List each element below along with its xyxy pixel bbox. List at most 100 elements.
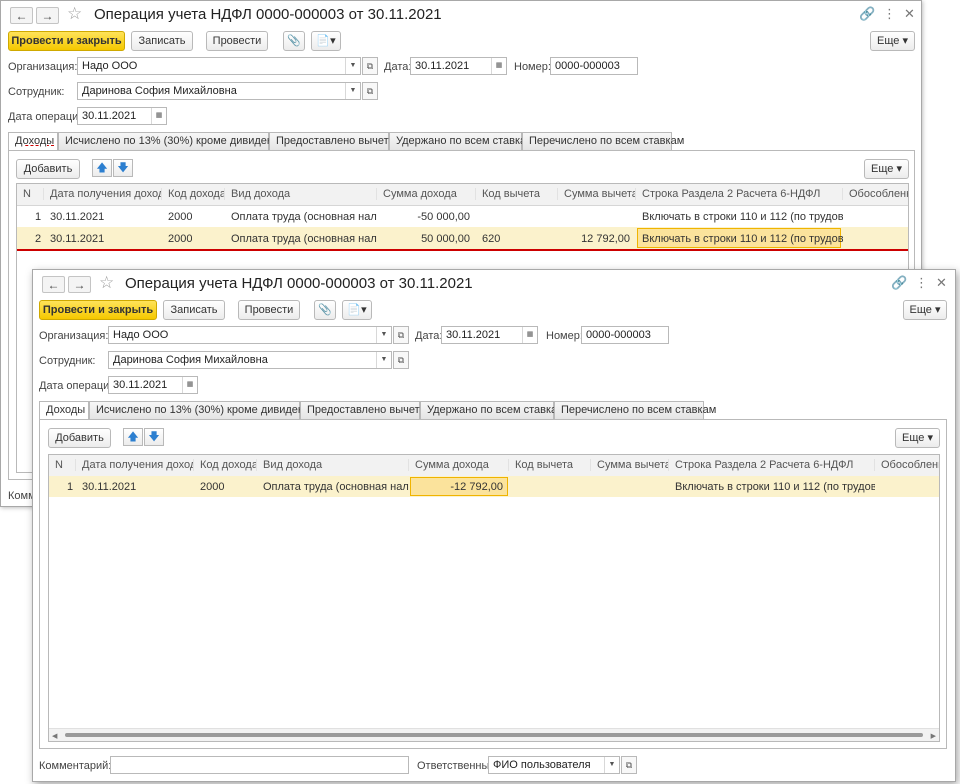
operation-date-field[interactable]: 30.11.2021 ▦: [108, 376, 198, 394]
cell-code: 2000: [168, 233, 193, 245]
employee-field[interactable]: Даринова София Михайловна ▼: [77, 82, 361, 100]
cell-n: 2: [35, 233, 42, 245]
calendar-icon[interactable]: ▦: [491, 58, 506, 74]
open-employee-icon[interactable]: ⧉: [393, 351, 409, 369]
tab-deductions[interactable]: Предоставлено вычетов: [300, 401, 431, 420]
operation-date-label: Дата операции:: [39, 380, 119, 392]
move-up-icon[interactable]: 🡅: [123, 428, 143, 446]
col-header[interactable]: Вид дохода: [257, 459, 409, 471]
scroll-right-icon[interactable]: ▶: [931, 732, 936, 740]
add-button[interactable]: Добавить: [16, 159, 80, 179]
save-button[interactable]: Записать: [163, 300, 225, 320]
back-button[interactable]: ←: [42, 276, 65, 293]
tab-deductions[interactable]: Предоставлено вычетов: [269, 132, 400, 151]
col-header[interactable]: Дата получения дохода: [76, 459, 194, 471]
operation-date-field[interactable]: 30.11.2021 ▦: [77, 107, 167, 125]
post-button[interactable]: Провести: [238, 300, 300, 320]
employee-value: Даринова София Михайловна: [82, 85, 237, 97]
documents-icon[interactable]: 📄▾: [311, 31, 341, 51]
tab-calculated[interactable]: Исчислено по 13% (30%) кроме дивидендов: [89, 401, 322, 420]
post-button[interactable]: Провести: [206, 31, 268, 51]
comment-field[interactable]: [110, 756, 409, 774]
employee-field[interactable]: Даринова София Михайловна ▼: [108, 351, 392, 369]
tab-income[interactable]: Доходы: [8, 132, 58, 151]
organization-value: Надо ООО: [82, 60, 138, 72]
move-down-icon[interactable]: 🡇: [144, 428, 164, 446]
open-employee-icon[interactable]: ⧉: [362, 82, 378, 100]
col-header[interactable]: Сумма дохода: [409, 459, 509, 471]
col-header[interactable]: Код дохода: [162, 188, 225, 200]
favorite-star-icon[interactable]: ☆: [99, 273, 114, 293]
tab-income[interactable]: Доходы: [39, 401, 89, 420]
col-header[interactable]: Код дохода: [194, 459, 257, 471]
col-header[interactable]: Сумма вычета: [591, 459, 669, 471]
scroll-left-icon[interactable]: ◀: [52, 732, 57, 740]
col-header[interactable]: Обособленно: [875, 459, 939, 471]
number-field[interactable]: 0000-000003: [581, 326, 669, 344]
table-more-button[interactable]: Еще ▾: [895, 428, 940, 448]
chevron-down-icon[interactable]: ▼: [345, 83, 360, 99]
chevron-down-icon[interactable]: ▼: [345, 58, 360, 74]
col-header[interactable]: Сумма дохода: [377, 188, 476, 200]
scrollbar-thumb[interactable]: [65, 733, 923, 737]
post-and-close-button[interactable]: Провести и закрыть: [8, 31, 125, 51]
tab-transferred[interactable]: Перечислено по всем ставкам: [522, 132, 684, 151]
chevron-down-icon[interactable]: ▼: [376, 352, 391, 368]
move-down-icon[interactable]: 🡇: [113, 159, 133, 177]
date-field[interactable]: 30.11.2021 ▦: [441, 326, 538, 344]
attach-icon[interactable]: 📎: [314, 300, 336, 320]
col-header[interactable]: Обособленно: [843, 188, 908, 200]
close-icon[interactable]: ✕: [936, 275, 947, 291]
tab-transferred[interactable]: Перечислено по всем ставкам: [554, 401, 716, 420]
move-up-icon[interactable]: 🡅: [92, 159, 112, 177]
col-header[interactable]: N: [49, 459, 76, 471]
more-button[interactable]: Еще ▾: [870, 31, 915, 51]
col-header[interactable]: Строка Раздела 2 Расчета 6-НДФЛ: [636, 188, 843, 200]
forward-button[interactable]: →: [68, 276, 91, 293]
date-field[interactable]: 30.11.2021 ▦: [410, 57, 507, 75]
table-header: N Дата получения дохода Код дохода Вид д…: [49, 455, 939, 477]
forward-button[interactable]: →: [36, 7, 59, 24]
calendar-icon[interactable]: ▦: [151, 108, 166, 124]
organization-field[interactable]: Надо ООО ▼: [108, 326, 392, 344]
add-button[interactable]: Добавить: [48, 428, 111, 448]
tab-withheld[interactable]: Удержано по всем ставкам: [389, 132, 534, 151]
col-header[interactable]: Сумма вычета: [558, 188, 636, 200]
documents-icon[interactable]: 📄▾: [342, 300, 372, 320]
col-header[interactable]: Дата получения дохода: [44, 188, 162, 200]
calendar-icon[interactable]: ▦: [522, 327, 537, 343]
attach-icon[interactable]: 📎: [283, 31, 305, 51]
tab-calculated[interactable]: Исчислено по 13% (30%) кроме дивидендов: [58, 132, 291, 151]
responsible-field[interactable]: ФИО пользователя ▼: [488, 756, 620, 774]
col-header[interactable]: N: [17, 188, 44, 200]
calendar-icon[interactable]: ▦: [182, 377, 197, 393]
organization-field[interactable]: Надо ООО ▼: [77, 57, 361, 75]
cell-date: 30.11.2021: [50, 233, 105, 245]
col-header[interactable]: Вид дохода: [225, 188, 377, 200]
link-icon[interactable]: 🔗: [891, 275, 907, 291]
menu-icon[interactable]: ⋮: [915, 275, 928, 291]
income-table[interactable]: N Дата получения дохода Код дохода Вид д…: [48, 454, 940, 742]
open-responsible-icon[interactable]: ⧉: [621, 756, 637, 774]
col-header[interactable]: Код вычета: [509, 459, 591, 471]
open-organization-icon[interactable]: ⧉: [362, 57, 378, 75]
col-header[interactable]: Строка Раздела 2 Расчета 6-НДФЛ: [669, 459, 875, 471]
number-field[interactable]: 0000-000003: [550, 57, 638, 75]
open-organization-icon[interactable]: ⧉: [393, 326, 409, 344]
close-icon[interactable]: ✕: [904, 6, 915, 22]
menu-icon[interactable]: ⋮: [883, 6, 896, 22]
post-and-close-button[interactable]: Провести и закрыть: [39, 300, 157, 320]
chevron-down-icon[interactable]: ▼: [376, 327, 391, 343]
table-more-button[interactable]: Еще ▾: [864, 159, 909, 179]
horizontal-scrollbar[interactable]: ◀ ▶: [49, 728, 939, 741]
number-label: Номер:: [546, 330, 583, 342]
more-button[interactable]: Еще ▾: [903, 300, 947, 320]
save-button[interactable]: Записать: [131, 31, 193, 51]
tab-withheld[interactable]: Удержано по всем ставкам: [420, 401, 565, 420]
chevron-down-icon[interactable]: ▼: [604, 757, 619, 773]
cell-kind: Оплата труда (основная нало...: [231, 233, 377, 245]
col-header[interactable]: Код вычета: [476, 188, 558, 200]
favorite-star-icon[interactable]: ☆: [67, 4, 82, 24]
back-button[interactable]: ←: [10, 7, 33, 24]
link-icon[interactable]: 🔗: [859, 6, 875, 22]
